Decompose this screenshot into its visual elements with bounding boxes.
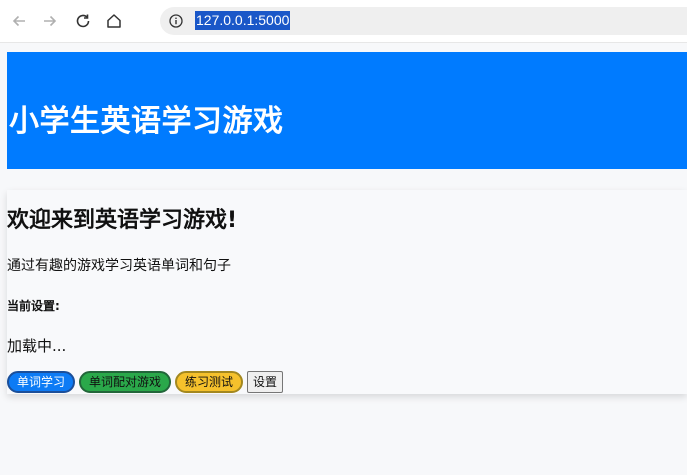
arrow-right-icon — [44, 15, 57, 27]
info-icon[interactable] — [169, 14, 183, 28]
home-button[interactable] — [102, 9, 126, 33]
forward-button[interactable] — [38, 9, 62, 33]
subtitle-text: 通过有趣的游戏学习英语单词和句子 — [7, 258, 231, 274]
main-card: 欢迎来到英语学习游戏! 通过有趣的游戏学习英语单词和句子 当前设置: 加载中..… — [7, 190, 687, 394]
action-buttons: 单词学习 单词配对游戏 练习测试 设置 — [7, 371, 284, 393]
match-game-button[interactable]: 单词配对游戏 — [79, 371, 172, 393]
practice-test-button[interactable]: 练习测试 — [175, 371, 244, 393]
home-icon — [107, 14, 121, 28]
back-button[interactable] — [7, 9, 31, 33]
loading-text: 加载中... — [7, 337, 67, 355]
settings-button[interactable]: 设置 — [247, 371, 284, 393]
app-header: 小学生英语学习游戏 — [7, 52, 687, 169]
address-bar[interactable]: 127.0.0.1:5000 — [160, 7, 687, 35]
word-study-button[interactable]: 单词学习 — [7, 371, 76, 393]
reload-button[interactable] — [71, 9, 95, 33]
current-settings-label: 当前设置: — [7, 299, 60, 313]
arrow-left-icon — [12, 15, 25, 27]
browser-toolbar: 127.0.0.1:5000 — [0, 0, 687, 43]
page-content: 小学生英语学习游戏 欢迎来到英语学习游戏! 通过有趣的游戏学习英语单词和句子 当… — [0, 43, 687, 475]
url-text[interactable]: 127.0.0.1:5000 — [195, 11, 291, 30]
app-title: 小学生英语学习游戏 — [9, 104, 284, 139]
reload-icon — [76, 14, 90, 28]
welcome-heading: 欢迎来到英语学习游戏! — [7, 208, 238, 233]
